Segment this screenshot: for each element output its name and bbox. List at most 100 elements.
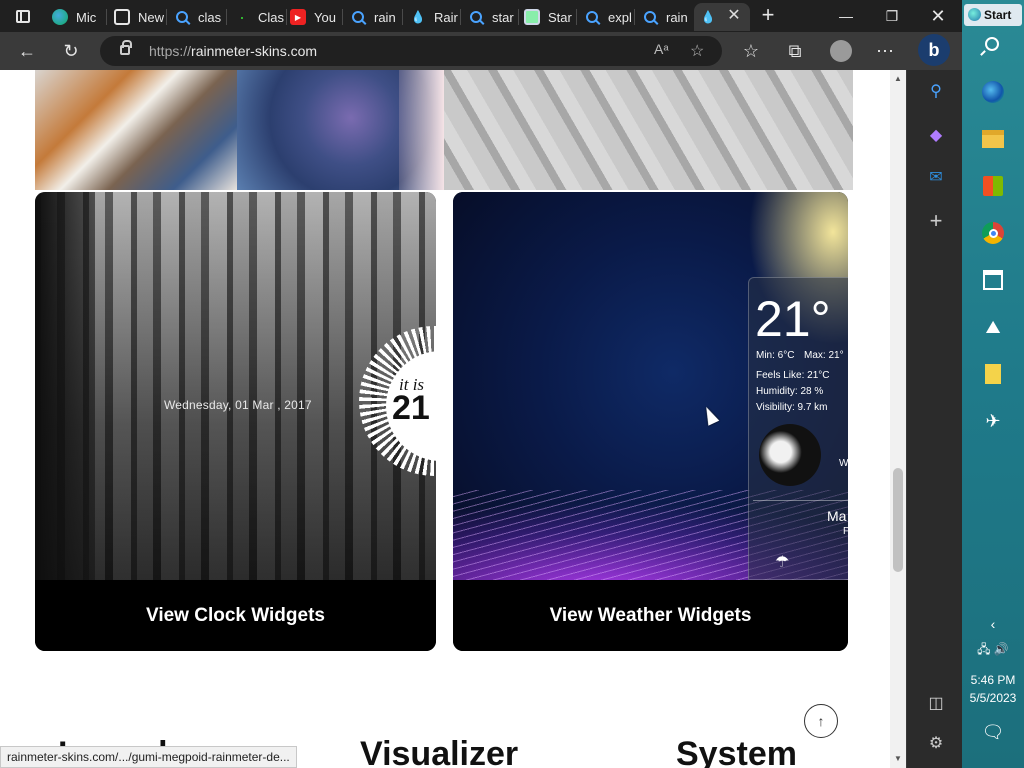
weather-f-text: F	[843, 526, 848, 537]
lock-icon[interactable]	[120, 40, 132, 55]
view-clock-widgets-link[interactable]: View Clock Widgets	[35, 580, 436, 651]
sidebar-toggle-icon[interactable]: ◫	[927, 694, 945, 712]
banner-images	[35, 70, 853, 190]
scroll-thumb[interactable]	[893, 468, 903, 572]
tab-news[interactable]: New	[108, 3, 164, 31]
show-hidden-icons-chevron[interactable]: ‹	[962, 616, 1024, 632]
clock-date[interactable]: 5/5/2023	[962, 691, 1024, 705]
search-icon	[584, 9, 600, 25]
notifications-icon[interactable]: 🗨	[962, 722, 1024, 743]
tab-youtube[interactable]: ▶ You	[284, 3, 340, 31]
edge-sidebar: ⚲ ◆ ✉ + ◫ ⚙	[906, 70, 962, 768]
tab-microsoft[interactable]: Mic	[46, 3, 104, 31]
sidebar-search-icon[interactable]: ⚲	[927, 82, 945, 100]
calendar-icon[interactable]	[981, 268, 1005, 292]
back-button[interactable]: ←	[12, 36, 42, 66]
collections-icon[interactable]: ⧉	[780, 36, 810, 66]
tab-divider	[106, 9, 107, 25]
tab-search-rain[interactable]: rain	[344, 3, 400, 31]
read-aloud-icon[interactable]: Aᵃ	[654, 41, 669, 57]
notes-icon[interactable]	[981, 362, 1005, 386]
chrome-icon[interactable]	[981, 221, 1005, 245]
tab-clas[interactable]: · Clas	[228, 3, 284, 31]
tab-star[interactable]: Star	[518, 3, 574, 31]
app-icon[interactable]: ✈	[981, 409, 1005, 433]
weather-w-text: W	[839, 458, 848, 469]
tab-divider	[634, 9, 635, 25]
clock-date-text: Wednesday, 01 Mar , 2017	[164, 398, 312, 412]
weather-visibility: Visibility: 9.7 km	[756, 402, 828, 413]
weather-feels-like: Feels Like: 21°C	[756, 370, 830, 381]
tab-label: star	[492, 9, 514, 25]
start-button[interactable]: Start	[964, 4, 1022, 26]
clock-time[interactable]: 5:46 PM	[962, 673, 1024, 687]
tab-search-expl[interactable]: expl	[578, 3, 634, 31]
network-volume-icons[interactable]: 🖧 🔊	[962, 640, 1024, 661]
character-image[interactable]	[237, 70, 444, 190]
edge-icon[interactable]	[981, 80, 1005, 104]
tab-divider	[576, 9, 577, 25]
tab-label: rain	[666, 9, 688, 25]
weather-widget-preview: 21° Min: 6°C Max: 21° Feels Like: 21°C H…	[453, 192, 848, 580]
address-bar[interactable]: https://rainmeter-skins.com Aᵃ ☆	[100, 36, 722, 66]
search-icon[interactable]	[985, 37, 999, 51]
taskbar: Start ⛰ ✈ ‹ 🖧 🔊 5:46 PM 5/5/2023 🗨	[962, 0, 1024, 768]
tab-divider	[226, 9, 227, 25]
back-to-top-button[interactable]: ↑	[804, 704, 838, 738]
view-weather-widgets-link[interactable]: View Weather Widgets	[453, 580, 848, 651]
profile-avatar[interactable]	[826, 36, 856, 66]
sidebar-copilot-icon[interactable]: ◆	[927, 126, 945, 144]
file-explorer-icon[interactable]	[981, 127, 1005, 151]
photos-icon[interactable]: ⛰	[981, 315, 1005, 339]
more-options-icon[interactable]: ⋯	[870, 36, 900, 66]
dots-icon: ·	[239, 6, 245, 27]
tab-search-clas[interactable]: clas	[168, 3, 224, 31]
tab-search-rain-2[interactable]: rain	[636, 3, 692, 31]
favorites-icon[interactable]: ☆	[736, 36, 766, 66]
clock-hour-text: 21	[392, 389, 430, 427]
youtube-icon: ▶	[290, 9, 306, 25]
scroll-down-arrow[interactable]: ▼	[893, 754, 903, 763]
tab-label: You	[314, 9, 336, 25]
tab-rainmeter-1[interactable]: 💧 Rair	[404, 3, 460, 31]
close-window-button[interactable]: ✕	[918, 4, 958, 28]
refresh-button[interactable]: ↻	[56, 36, 86, 66]
minimize-button[interactable]: —	[826, 4, 866, 28]
tab-label: rain	[374, 9, 396, 25]
page-scrollbar[interactable]: ▲ ▼	[890, 70, 906, 768]
search-icon	[350, 9, 366, 25]
search-icon	[468, 9, 484, 25]
clock-widget-preview: Wednesday, 01 Mar , 2017 it is 21	[35, 192, 436, 580]
weather-humidity: Humidity: 28 %	[756, 386, 824, 397]
tab-search-star[interactable]: star	[462, 3, 518, 31]
url-text[interactable]: https://rainmeter-skins.com	[149, 43, 317, 59]
bing-chat-button[interactable]: b	[918, 34, 950, 66]
heading-visualizer: Visualizer	[360, 735, 519, 768]
tab-label: Clas	[258, 9, 284, 25]
sketch-image[interactable]	[444, 70, 853, 190]
restore-button[interactable]: ❐	[872, 4, 912, 28]
weather-widgets-card[interactable]: 21° Min: 6°C Max: 21° Feels Like: 21°C H…	[453, 192, 848, 651]
search-icon	[174, 9, 190, 25]
store-icon[interactable]	[981, 174, 1005, 198]
tab-actions-button[interactable]	[10, 6, 36, 26]
tab-label: expl	[608, 9, 632, 25]
clock-widgets-card[interactable]: Wednesday, 01 Mar , 2017 it is 21 View C…	[35, 192, 436, 651]
tab-label: Star	[548, 9, 572, 25]
drop-icon: 💧	[410, 10, 426, 24]
overwatch-image[interactable]	[35, 70, 237, 190]
scroll-up-arrow[interactable]: ▲	[893, 74, 903, 83]
add-favorite-icon[interactable]: ☆	[690, 41, 704, 61]
close-tab-icon[interactable]: ✕	[722, 6, 746, 26]
screen: Mic New clas · Clas ▶ You rain 💧 Rair st…	[0, 0, 1024, 768]
rainmeter-icon: 💧	[700, 10, 716, 24]
news-icon	[114, 9, 130, 25]
sidebar-add-icon[interactable]: +	[927, 208, 945, 233]
sidebar-settings-icon[interactable]: ⚙	[927, 734, 945, 752]
new-tab-button[interactable]: +	[756, 4, 780, 28]
sidebar-outlook-icon[interactable]: ✉	[927, 168, 945, 186]
umbrella-icon: ☂	[775, 554, 790, 571]
toolbar: ← ↻ https://rainmeter-skins.com Aᵃ ☆ ☆ ⧉…	[0, 32, 962, 70]
weather-min: Min: 6°C	[756, 350, 795, 361]
tab-divider	[342, 9, 343, 25]
